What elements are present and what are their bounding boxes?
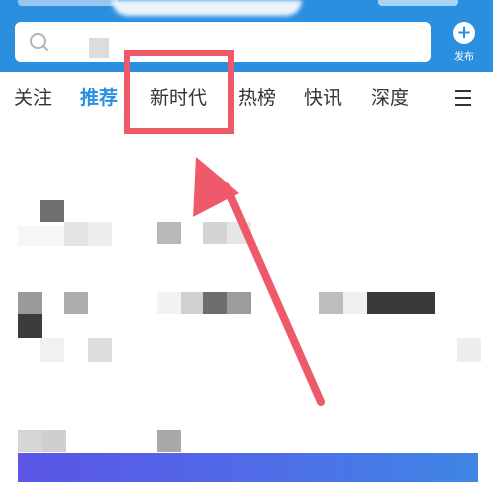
publish-button[interactable]: + 发布 xyxy=(447,22,483,64)
redacted-block xyxy=(367,292,435,314)
redacted-block xyxy=(457,338,481,362)
tab-recommend[interactable]: 推荐 xyxy=(80,85,118,111)
redacted-block xyxy=(203,292,227,314)
redacted-block xyxy=(18,314,42,338)
redacted-block xyxy=(18,430,42,452)
status-bar-icons xyxy=(378,0,458,6)
redacted-block xyxy=(157,430,181,452)
feed-content-redacted xyxy=(0,124,493,482)
search-redacted-block xyxy=(89,38,109,58)
tab-in-depth[interactable]: 深度 xyxy=(371,85,409,111)
annotation-highlight-box xyxy=(124,50,234,134)
redacted-block xyxy=(40,200,64,222)
search-icon xyxy=(30,33,48,51)
channel-tabs: 关注 推荐 新时代 热榜 快讯 深度 xyxy=(0,72,493,124)
tab-hot-list[interactable]: 热榜 xyxy=(238,85,276,111)
redacted-block xyxy=(64,222,88,246)
redacted-block xyxy=(181,292,205,314)
redacted-block xyxy=(319,292,343,314)
tab-follow[interactable]: 关注 xyxy=(14,85,52,111)
status-bar-redacted xyxy=(112,0,302,16)
redacted-block xyxy=(18,292,42,314)
redacted-block xyxy=(157,292,181,314)
tab-flash-news[interactable]: 快讯 xyxy=(304,85,342,111)
redacted-block xyxy=(343,292,367,314)
menu-icon[interactable] xyxy=(455,90,473,106)
redacted-block xyxy=(88,338,112,362)
redacted-block xyxy=(227,292,251,314)
redacted-block xyxy=(227,222,251,244)
redacted-block xyxy=(42,430,66,452)
plus-icon: + xyxy=(456,22,472,43)
publish-label: 发布 xyxy=(454,52,474,63)
top-header: + 发布 xyxy=(0,0,493,72)
redacted-block xyxy=(203,222,227,244)
redacted-block xyxy=(64,292,88,314)
redacted-block xyxy=(157,222,181,244)
redacted-block xyxy=(40,338,64,362)
status-bar-left xyxy=(18,0,118,6)
redacted-block xyxy=(88,222,112,246)
search-input[interactable] xyxy=(59,22,419,62)
redacted-block xyxy=(18,226,64,246)
promo-banner[interactable] xyxy=(18,453,478,482)
publish-circle: + xyxy=(453,22,475,44)
